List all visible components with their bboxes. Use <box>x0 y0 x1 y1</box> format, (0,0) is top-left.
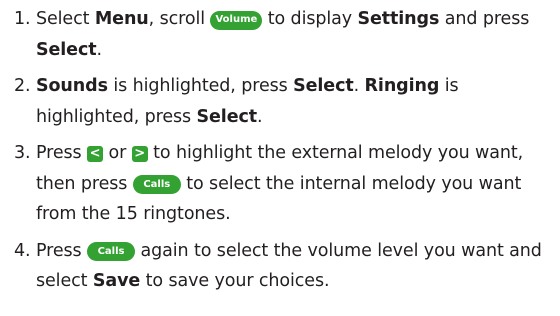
step-text-run: to display <box>262 9 358 29</box>
step-text-run: . <box>96 39 102 60</box>
left-arrow-key-icon: < <box>87 145 104 162</box>
step-number: 3. <box>14 143 31 163</box>
step-number: 2. <box>14 76 31 96</box>
step-text: Press Calls again to select the volume l… <box>36 241 542 292</box>
step-text: Press < or > to highlight the external m… <box>36 143 523 224</box>
bold-term: Settings <box>357 9 440 29</box>
volume-key-icon: Volume <box>210 10 263 30</box>
bold-term: Menu <box>94 9 149 29</box>
bold-term: Ringing <box>364 76 440 96</box>
step-text-run: Press <box>36 240 88 261</box>
step-text: Sounds is highlighted, press Select. Rin… <box>36 76 459 127</box>
bold-term: Select <box>196 106 258 127</box>
step-text: Select Menu, scroll Volume to display Se… <box>36 9 529 60</box>
bold-term: Sounds <box>36 76 108 96</box>
right-arrow-key-icon: > <box>131 145 148 162</box>
bold-term: Save <box>92 271 141 291</box>
instruction-step: 1. Select Menu, scroll Volume to display … <box>14 4 554 65</box>
step-text-run: and press <box>439 9 530 29</box>
calls-key-icon: Calls <box>132 175 181 195</box>
instruction-page: 1. Select Menu, scroll Volume to display … <box>0 0 560 316</box>
step-text-run: . <box>257 106 263 127</box>
step-text-run: Select <box>36 9 95 29</box>
step-text-run: , scroll <box>148 9 211 29</box>
step-text-run: is highlighted, press <box>107 76 294 96</box>
step-number: 1. <box>14 9 31 29</box>
instruction-step: 4. Press Calls again to select the volume… <box>14 236 554 297</box>
instruction-step: 3. Press < or > to highlight the external… <box>14 138 554 230</box>
calls-key-icon: Calls <box>87 242 136 262</box>
bold-term: Select <box>36 39 97 60</box>
step-text-run: or <box>103 143 132 163</box>
step-text-run: to save your choices. <box>140 271 330 291</box>
step-text-run: Press <box>36 143 88 163</box>
instruction-step: 2. Sounds is highlighted, press Select. R… <box>14 71 554 132</box>
instruction-steps: 1. Select Menu, scroll Volume to display … <box>14 4 554 297</box>
bold-term: Select <box>293 76 354 96</box>
step-number: 4. <box>14 240 31 261</box>
step-text-run: . <box>353 76 365 96</box>
